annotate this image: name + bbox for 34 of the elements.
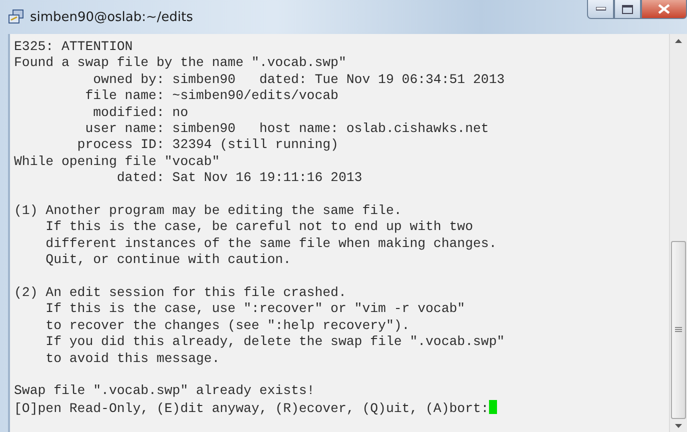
terminal-line: If this is the case, use ":recover" or "vim -r vocab" — [44, 301, 466, 318]
maximize-icon — [622, 4, 633, 14]
window-title: simben90@oslab:~/edits — [30, 10, 194, 24]
terminal-line: (1) Another program may be editing the same file. — [14, 203, 402, 220]
terminal-line: Swap file ".vocab.swp" already exists! — [14, 383, 315, 400]
terminal-line: If this is the case, be careful not to end up with two — [44, 219, 473, 236]
vertical-scrollbar[interactable] — [669, 34, 687, 432]
scroll-down-icon[interactable] — [675, 424, 682, 428]
terminal-line: owned by: simben90 dated: Tue Nov 19 06:34:51 2013 — [92, 72, 505, 88]
terminal-line: Quit, or continue with caution. — [44, 252, 291, 269]
terminal-line: different instances of the same file when making changes. — [44, 236, 497, 252]
terminal-line: E325: ATTENTION — [14, 39, 133, 56]
terminal-line: dated: Sat Nov 16 19:11:16 2013 — [116, 170, 362, 187]
terminal-line: (2) An edit session for this file crashed. — [14, 285, 346, 302]
terminal-line: to recover the changes (see ":help recovery"). — [44, 318, 410, 334]
close-button[interactable] — [641, 0, 687, 19]
terminal-app-icon — [8, 9, 24, 25]
grip-icon — [675, 327, 682, 333]
scroll-up-icon[interactable] — [675, 38, 682, 42]
terminal-line: user name: simben90 host name: oslab.cishawks.net — [84, 121, 489, 138]
terminal-line: While opening file "vocab" — [14, 154, 220, 170]
close-icon — [658, 4, 670, 14]
terminal-line: [O]pen Read-Only, (E)dit anyway, (R)ecover, (Q)uit, (A)bort: — [14, 400, 497, 418]
scroll-thumb[interactable] — [671, 241, 686, 419]
terminal-line: If you did this already, delete the swap file ".vocab.swp" — [44, 334, 505, 351]
terminal-line: to avoid this message. — [44, 350, 220, 368]
terminal-line: file name: ~simben90/edits/vocab — [84, 88, 338, 105]
minimize-button[interactable] — [587, 0, 614, 19]
maximize-button[interactable] — [614, 0, 641, 19]
text-cursor — [488, 400, 497, 414]
terminal-line: Found a swap file by the name ".vocab.swp" — [14, 55, 346, 72]
minimize-icon — [596, 7, 606, 11]
terminal-line: modified: no — [92, 104, 188, 122]
terminal-line: process ID: 32394 (still running) — [76, 137, 338, 154]
